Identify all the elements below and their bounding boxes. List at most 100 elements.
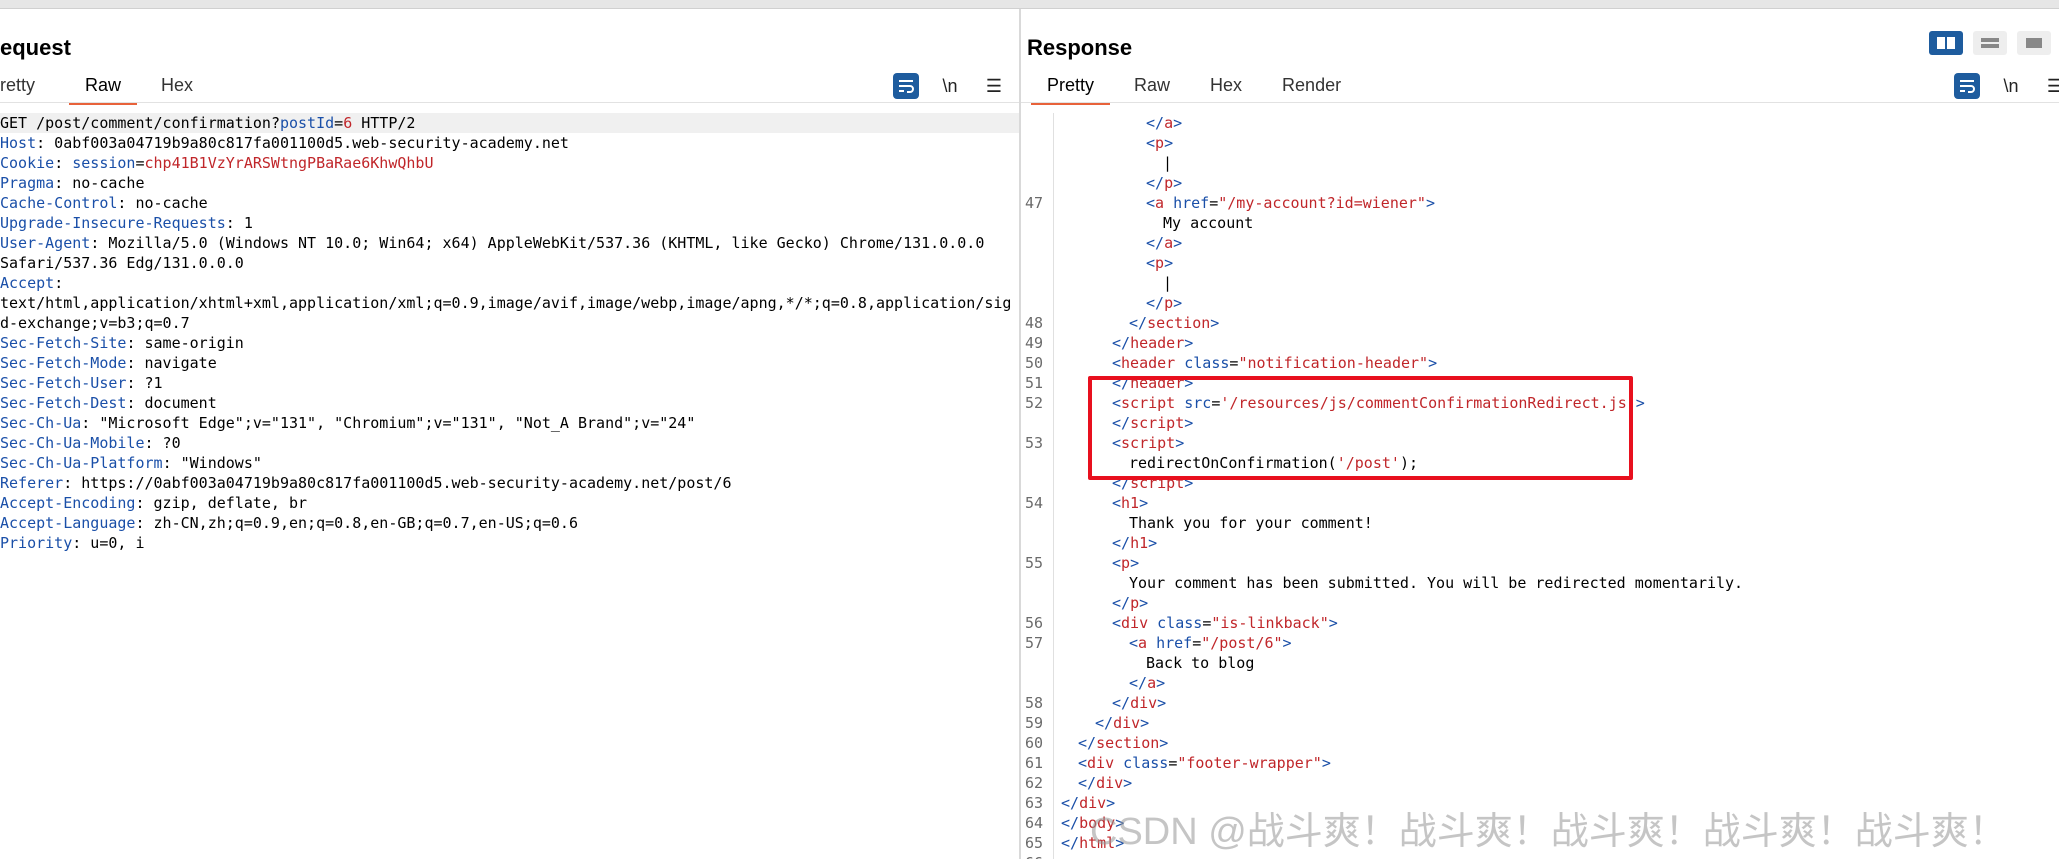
code-token: > <box>1282 634 1292 652</box>
code-token: div <box>1087 754 1115 772</box>
tab-hex[interactable]: Hex <box>161 71 193 105</box>
tab-raw[interactable]: Raw <box>69 71 138 105</box>
layout-single-button[interactable] <box>2017 31 2051 55</box>
wrap-icon <box>1960 80 1975 93</box>
code-content: <p> <box>1053 134 1173 152</box>
tab-raw[interactable]: Raw <box>1134 71 1170 105</box>
response-line: My account <box>1021 213 2059 233</box>
code-content: </p> <box>1053 294 1182 312</box>
code-token: GET /post/comment/confirmation <box>0 114 271 132</box>
line-number: 54 <box>1025 494 1044 512</box>
code-token: : 0abf003a04719b9a80c817fa001100d5.web-s… <box>36 134 569 152</box>
code-content: <a href="/post/6"> <box>1053 634 1292 652</box>
code-content: </section> <box>1053 734 1168 752</box>
code-token: > <box>1164 254 1174 272</box>
tab-pretty[interactable]: retty <box>0 71 35 105</box>
wrap-icon <box>899 80 914 93</box>
request-tabs: retty Raw Hex <box>0 71 233 105</box>
tab-hex[interactable]: Hex <box>1210 71 1242 105</box>
code-token: Thank you for your comment! <box>1129 514 1373 532</box>
code-token: : u=0, i <box>72 534 145 552</box>
code-token: p <box>1155 134 1165 152</box>
newline-toggle-button[interactable]: \n <box>1998 73 2024 99</box>
code-token: "footer-wrapper" <box>1177 754 1322 772</box>
code-token: < <box>1146 194 1156 212</box>
code-token: class <box>1175 354 1230 372</box>
line-number: 66 <box>1021 853 1053 859</box>
request-line: Referer: https://0abf003a04719b9a80c817f… <box>0 473 1019 493</box>
code-token: href <box>1147 634 1193 652</box>
code-content: | <box>1053 274 1172 292</box>
code-token: : no-cache <box>54 174 145 192</box>
code-token: : navigate <box>126 354 217 372</box>
code-token: Sec-Ch-Ua-Platform <box>0 454 163 472</box>
code-token: > <box>1159 734 1169 752</box>
code-token: h1 <box>1121 494 1140 512</box>
code-token: p <box>1164 174 1174 192</box>
request-line: d-exchange;v=b3;q=0.7 <box>0 313 1019 333</box>
code-token: </ <box>1061 794 1080 812</box>
request-line: GET /post/comment/confirmation?postId=6 … <box>0 113 1019 133</box>
response-editor[interactable]: </a> <p> | </p> 47 <a href="/my-account?id=wi… <box>1021 113 2059 859</box>
code-token: class <box>1114 754 1169 772</box>
code-token: </ <box>1112 534 1131 552</box>
request-editor[interactable]: GET /post/comment/confirmation?postId=6 … <box>0 113 1019 553</box>
code-content: Back to blog <box>1053 654 1254 672</box>
request-pane: equest retty Raw Hex \n ☰ GET /post/comm… <box>0 9 1019 859</box>
response-line: </h1> <box>1021 533 2059 553</box>
tab-render[interactable]: Render <box>1282 71 1341 105</box>
code-token: = <box>1168 754 1178 772</box>
code-token: > <box>1173 234 1183 252</box>
code-token: < <box>1146 134 1156 152</box>
response-line: | <box>1021 153 2059 173</box>
request-line: Accept-Encoding: gzip, deflate, br <box>0 493 1019 513</box>
wrap-lines-button[interactable] <box>1954 73 1980 99</box>
code-content: </h1> <box>1053 534 1157 552</box>
code-token: </ <box>1061 814 1080 832</box>
code-token: Accept <box>0 274 55 292</box>
line-number: 64 <box>1025 814 1044 832</box>
code-token: = <box>334 114 344 132</box>
layout-stacked-button[interactable] <box>1973 31 2007 55</box>
line-number: 60 <box>1025 734 1044 752</box>
code-token: > <box>1156 674 1166 692</box>
code-token: Sec-Fetch-Mode <box>0 354 127 372</box>
single-pane-icon <box>2026 38 2042 48</box>
code-token: postId <box>279 114 335 132</box>
code-token: Accept-Encoding <box>0 494 136 512</box>
code-token: chp41B1VzYrARSWtngPBaRae6KhwQhbU <box>144 154 434 172</box>
tab-pretty[interactable]: Pretty <box>1031 71 1111 105</box>
newline-toggle-button[interactable]: \n <box>937 73 963 99</box>
response-line: </p> <box>1021 293 2059 313</box>
request-line: Sec-Fetch-User: ?1 <box>0 373 1019 393</box>
code-token: : zh-CN,zh;q=0.9,en;q=0.8,en-GB;q=0.7,en… <box>135 514 578 532</box>
code-token: p <box>1155 254 1165 272</box>
response-line: <p> <box>1021 133 2059 153</box>
code-token: Sec-Fetch-User <box>0 374 127 392</box>
line-number: 51 <box>1025 374 1044 392</box>
menu-button[interactable]: ☰ <box>2042 73 2059 99</box>
code-content: </a> <box>1053 234 1182 252</box>
request-title: equest <box>0 35 71 60</box>
code-content: Your comment has been submitted. You wil… <box>1053 574 1743 592</box>
code-token: = <box>1192 634 1202 652</box>
code-token: > <box>1164 134 1174 152</box>
layout-side-by-side-button[interactable] <box>1929 31 1963 55</box>
request-tab-underline <box>0 102 1019 103</box>
code-token: > <box>1173 114 1183 132</box>
code-token: "/post/6" <box>1201 634 1283 652</box>
request-line: Sec-Fetch-Dest: document <box>0 393 1019 413</box>
line-number: 58 <box>1025 694 1044 712</box>
response-line: 62 </div> <box>1021 773 2059 793</box>
wrap-lines-button[interactable] <box>893 73 919 99</box>
code-token: </ <box>1129 314 1148 332</box>
response-line: 58 </div> <box>1021 693 2059 713</box>
code-token: Your comment has been submitted. You wil… <box>1129 574 1744 592</box>
code-token: > <box>1321 754 1331 772</box>
code-content: </div> <box>1053 714 1149 732</box>
code-token: = <box>1209 194 1219 212</box>
code-content: </div> <box>1053 694 1166 712</box>
code-token: p <box>1121 554 1131 572</box>
menu-button[interactable]: ☰ <box>981 73 1007 99</box>
code-token: Sec-Fetch-Site <box>0 334 127 352</box>
